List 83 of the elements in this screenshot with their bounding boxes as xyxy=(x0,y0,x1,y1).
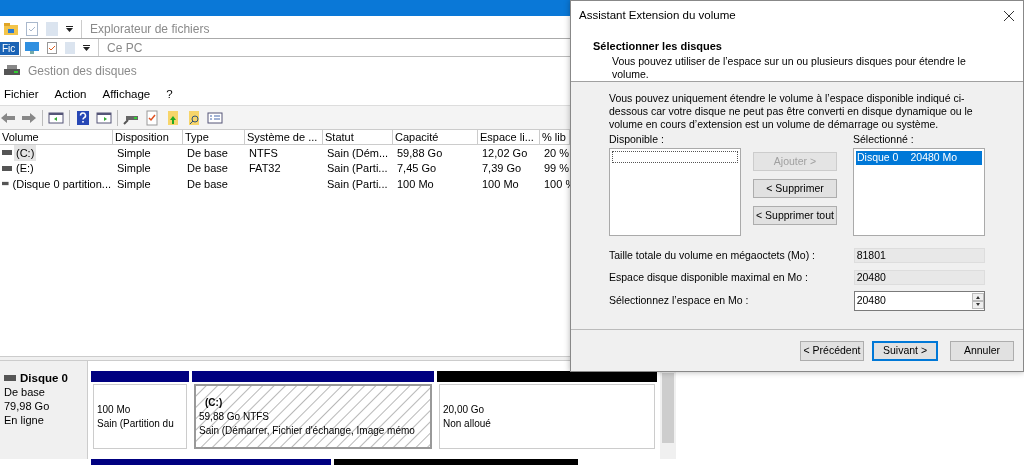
column-header[interactable]: Capacité xyxy=(393,130,478,144)
table-cell-text: 59,88 Go xyxy=(396,145,444,161)
field-label: Sélectionnez l’espace en Mo : xyxy=(609,293,750,309)
field-label: Espace disque disponible maximal en Mo : xyxy=(609,269,810,285)
folder-icon[interactable] xyxy=(4,23,18,35)
partition-size: 100 Mo xyxy=(97,402,132,417)
window-title: Gestion des disques xyxy=(28,63,137,80)
available-disks-list[interactable] xyxy=(609,147,741,236)
monitor-icon[interactable] xyxy=(25,41,39,54)
window-pane-icon[interactable] xyxy=(48,109,64,126)
table-cell-text: Sain (Parti... xyxy=(326,176,389,192)
check-document-icon[interactable] xyxy=(144,109,160,126)
table-cell-text: Sain (Parti... xyxy=(326,161,389,176)
properties-icon[interactable] xyxy=(47,41,57,54)
spin-arrows-icon[interactable] xyxy=(972,293,984,310)
disk-drive-icon[interactable] xyxy=(4,64,20,78)
column-header[interactable]: Disposition xyxy=(113,130,183,144)
partition-size: 59,88 Go NTFS xyxy=(199,409,271,424)
table-cell-text: 100 Mo xyxy=(396,176,435,192)
volume-icon xyxy=(2,181,9,187)
readonly-field: 20480 xyxy=(853,269,985,285)
table-cell[interactable]: (E:) xyxy=(14,160,36,177)
table-cell-text: 100 Mo xyxy=(481,176,520,192)
dialog-button[interactable]: Suivant > xyxy=(872,340,938,361)
list-label: Disponible : xyxy=(609,132,665,147)
table-cell-text: 12,02 Go xyxy=(481,145,529,161)
disk-type: De base xyxy=(4,385,46,399)
column-header[interactable]: Système de ... xyxy=(245,130,323,144)
table-cell-text: Simple xyxy=(116,176,152,192)
window-pane-icon[interactable] xyxy=(96,109,112,126)
table-cell-text: FAT32 xyxy=(248,161,282,176)
customize-caret-icon[interactable] xyxy=(66,26,73,32)
properties-icon[interactable] xyxy=(26,22,38,36)
column-header[interactable]: Espace li... xyxy=(478,130,540,144)
column-header[interactable]: Volume xyxy=(0,130,113,144)
disk-drive-icon xyxy=(4,375,16,381)
menu-item[interactable]: Affichage xyxy=(102,86,151,104)
folder-magnifier-icon[interactable] xyxy=(186,109,202,126)
table-cell-text: De base xyxy=(186,176,229,192)
column-header[interactable]: Type xyxy=(183,130,245,144)
table-cell[interactable]: (Disque 0 partition... xyxy=(10,175,113,192)
table-cell-text: Simple xyxy=(116,161,152,176)
spin-field[interactable]: 20480 xyxy=(853,291,985,312)
partition-status: Non alloué xyxy=(443,416,492,431)
partition-label: (C:) xyxy=(204,395,224,410)
partition-size: 20,00 Go xyxy=(443,402,486,417)
menu-item[interactable]: Fichier xyxy=(4,86,39,104)
table-cell-text: 99 % xyxy=(543,161,571,176)
table-cell-text: Simple xyxy=(116,145,152,161)
table-cell-text: 20 % xyxy=(543,145,571,161)
column-header[interactable]: Statut xyxy=(323,130,393,144)
ribbon-tab[interactable]: Fic xyxy=(0,42,19,55)
list-label: Sélectionné : xyxy=(853,132,915,147)
readonly-field: 81801 xyxy=(853,248,985,264)
field-label: Taille totale du volume en mégaoctets (Mo) : xyxy=(609,247,817,263)
disk-size: 79,98 Go xyxy=(4,399,51,413)
page-description: Vous pouvez utiliser de l’espace sur un ou plusieurs disques pour étendre le volume. xyxy=(611,54,967,81)
menu-item[interactable]: Action xyxy=(54,86,87,104)
list-item[interactable]: Disque 0 20480 Mo xyxy=(856,150,982,165)
table-cell-text: 7,39 Go xyxy=(481,161,523,176)
move-button[interactable]: < Supprimer xyxy=(753,179,837,198)
table-cell-text: Sain (Dém... xyxy=(326,145,390,161)
disk-status: En ligne xyxy=(4,413,45,427)
close-icon[interactable] xyxy=(1003,9,1015,22)
table-cell-text: NTFS xyxy=(248,145,279,161)
partition-status: Sain (Partition du xyxy=(97,416,175,431)
selected-disks-list[interactable]: Disque 0 20480 Mo xyxy=(853,147,985,236)
partition-status: Sain (Démarrer, Fichier d'échange, Image mémo xyxy=(199,423,416,438)
dialog-button[interactable]: < Précédent xyxy=(800,340,864,361)
checklist-icon[interactable] xyxy=(207,109,223,126)
dialog-button[interactable]: Annuler xyxy=(950,340,1014,361)
disk-name: Disque 0 xyxy=(20,371,68,385)
table-cell-text: De base xyxy=(186,161,229,176)
table-cell-text: De base xyxy=(186,145,229,161)
intro-text: Vous pouvez uniquement étendre le volume à l’espace disponible indiqué ci-dessous car votre disque ne peut pas être converti en disque dynamique ou le volume en cours d’extension est un volume de démarrage ou système. xyxy=(609,92,974,131)
scrollbar[interactable] xyxy=(660,371,676,459)
dialog-title: Assistant Extension du volume xyxy=(579,7,736,23)
customize-caret-icon[interactable] xyxy=(83,44,90,51)
table-cell-text: 7,45 Go xyxy=(396,161,438,176)
help-icon[interactable] xyxy=(75,109,91,126)
page-heading: Sélectionner les disques xyxy=(593,39,723,54)
move-button[interactable]: < Supprimer tout xyxy=(753,206,837,225)
menu-item[interactable]: ? xyxy=(166,86,173,104)
